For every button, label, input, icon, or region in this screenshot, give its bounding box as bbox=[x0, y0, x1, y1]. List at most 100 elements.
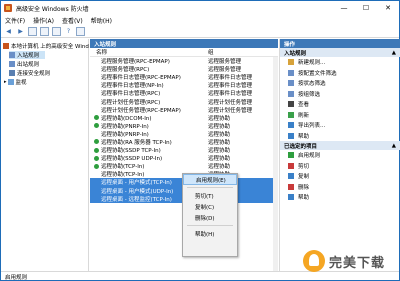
rule-row[interactable]: 远程事件日志管理(NP-In) 远程事件日志管理 bbox=[90, 81, 278, 89]
inbound-rules-icon bbox=[9, 52, 15, 58]
actions-section-inbound[interactable]: 入站规则 ▲ bbox=[280, 48, 400, 57]
collapse-icon[interactable]: ▲ bbox=[392, 143, 396, 149]
action-item[interactable]: 按状态筛选 bbox=[280, 78, 400, 89]
action-item[interactable]: 帮助 bbox=[280, 131, 400, 142]
rule-row[interactable]: 远程协助(DCOM-In) 远程协助 bbox=[90, 114, 278, 122]
back-icon[interactable]: ◀ bbox=[4, 27, 13, 36]
action-label: 删除 bbox=[298, 184, 310, 191]
menu-action[interactable]: 操作(A) bbox=[33, 16, 54, 25]
rule-group: 远程事件日志管理 bbox=[208, 91, 253, 98]
filter-icon bbox=[288, 90, 294, 97]
rule-row[interactable]: 远程计划任务管理(RPC) 远程计划任务管理 bbox=[90, 97, 278, 106]
context-menu: 启用规则(E) 剪切(T) 复制(C) 删除(D) 帮助(H) bbox=[182, 173, 238, 257]
action-item[interactable]: 帮助 bbox=[280, 192, 400, 203]
rule-group: 远程协助 bbox=[208, 115, 231, 122]
action-item[interactable]: 刷新 bbox=[280, 110, 400, 121]
action-item[interactable]: 剪切 bbox=[280, 161, 400, 172]
rule-name-cell: 远程协助(TCP-In) bbox=[90, 162, 206, 170]
disabled-icon bbox=[94, 91, 99, 96]
ctx-delete[interactable]: 删除(D) bbox=[183, 212, 237, 223]
rule-name: 远程服务管理(RPC-EPMAP) bbox=[101, 59, 170, 66]
rule-row[interactable]: 远程服务管理(RPC) 远程服务管理 bbox=[90, 65, 278, 73]
rule-row[interactable]: 远程事件日志管理(RPC) 远程事件日志管理 bbox=[90, 89, 278, 97]
rule-name: 远程协助(PNRP-In) bbox=[101, 123, 149, 130]
column-headers: 名称 组 bbox=[90, 48, 278, 57]
collapse-icon[interactable]: ▲ bbox=[392, 50, 396, 56]
column-name[interactable]: 名称 bbox=[90, 48, 206, 56]
help-icon[interactable]: ? bbox=[64, 27, 73, 36]
watermark-logo-icon bbox=[303, 250, 325, 272]
actions-section-selected[interactable]: 已选定的项目 ▲ bbox=[280, 141, 400, 150]
menu-help[interactable]: 帮助(H) bbox=[91, 16, 112, 25]
action-label: 帮助 bbox=[298, 195, 310, 202]
up-icon[interactable] bbox=[28, 26, 37, 36]
rule-row[interactable]: 远程协助(SSDP TCP-In) 远程协助 bbox=[90, 146, 278, 154]
rule-row[interactable]: 远程协助(SSDP UDP-In) 远程协助 bbox=[90, 154, 278, 162]
nav-root-label: 本地计算机 上的高级安全 Wind bbox=[11, 44, 89, 50]
console-tree-icon[interactable] bbox=[40, 26, 49, 36]
rule-row[interactable]: 远程事件日志管理(RPC-EPMAP) 远程事件日志管理 bbox=[90, 73, 278, 81]
filter-icon bbox=[288, 69, 294, 76]
action-item[interactable]: 复制 bbox=[280, 171, 400, 182]
menu-file[interactable]: 文件(F) bbox=[5, 16, 25, 25]
refresh-icon[interactable] bbox=[52, 26, 61, 36]
minimize-button[interactable]: — bbox=[333, 1, 355, 15]
window-controls: — ☐ ✕ bbox=[333, 1, 399, 15]
expand-icon[interactable]: ▸ bbox=[4, 79, 7, 85]
new-rule-icon bbox=[288, 59, 294, 66]
action-item[interactable]: 导出列表... bbox=[280, 120, 400, 131]
nav-outbound-rules[interactable]: 出站规则 bbox=[9, 60, 39, 68]
disabled-icon bbox=[94, 188, 99, 193]
rule-name: 远程协助(DCOM-In) bbox=[101, 115, 152, 122]
properties-icon[interactable] bbox=[76, 26, 85, 36]
rules-scrollbar[interactable] bbox=[273, 57, 278, 271]
rule-row[interactable]: 远程计划任务管理(RPC-EPMAP) 远程计划任务管理 bbox=[90, 106, 278, 114]
nav-inbound-rules[interactable]: 入站规则 bbox=[9, 51, 45, 59]
rule-name: 远程服务管理(RPC) bbox=[101, 67, 150, 74]
enabled-check-icon bbox=[94, 139, 99, 145]
action-item[interactable]: 新建规则... bbox=[280, 57, 400, 68]
nav-monitoring[interactable]: ▸ 监视 bbox=[4, 78, 27, 86]
rule-row[interactable]: 远程协助(PNRP-In) 远程协助 bbox=[90, 122, 278, 130]
action-item[interactable]: 启用规则 bbox=[280, 150, 400, 161]
action-label: 按组筛选 bbox=[298, 91, 321, 98]
rule-group: 远程计划任务管理 bbox=[208, 107, 253, 114]
disabled-icon bbox=[94, 196, 99, 201]
action-item[interactable]: 查看 bbox=[280, 99, 400, 110]
enabled-check-icon bbox=[94, 163, 99, 169]
column-group[interactable]: 组 bbox=[206, 48, 214, 56]
action-item[interactable]: 删除 bbox=[280, 182, 400, 193]
rule-row[interactable]: 远程服务管理(RPC-EPMAP) 远程服务管理 bbox=[90, 57, 278, 65]
title-bar: 高级安全 Windows 防火墙 — ☐ ✕ bbox=[1, 1, 399, 15]
ctx-enable-rule[interactable]: 启用规则(E) bbox=[183, 174, 237, 185]
rule-name: 远程协助(TCP-In) bbox=[101, 172, 145, 179]
disabled-icon bbox=[94, 59, 99, 64]
enabled-check-icon bbox=[94, 123, 99, 129]
ctx-separator bbox=[187, 187, 233, 188]
disabled-icon bbox=[94, 131, 99, 136]
rule-name: 远程计划任务管理(RPC) bbox=[101, 99, 161, 106]
maximize-button[interactable]: ☐ bbox=[355, 1, 377, 15]
ctx-cut[interactable]: 剪切(T) bbox=[183, 190, 237, 201]
rule-group: 远程协助 bbox=[208, 131, 231, 138]
disabled-icon bbox=[94, 180, 99, 185]
rule-row[interactable]: 远程协助(RA 服务器 TCP-In) 远程协助 bbox=[90, 138, 278, 146]
forward-icon[interactable]: ▶ bbox=[16, 27, 25, 36]
ctx-copy[interactable]: 复制(C) bbox=[183, 201, 237, 212]
rule-group: 远程服务管理 bbox=[208, 59, 242, 66]
nav-connection-security[interactable]: 连接安全规则 bbox=[9, 69, 50, 77]
refresh-icon bbox=[288, 111, 294, 118]
ctx-help[interactable]: 帮助(H) bbox=[183, 228, 237, 239]
menu-view[interactable]: 查看(V) bbox=[62, 16, 83, 25]
rule-name: 远程桌面 - 用户模式(UDP-In) bbox=[101, 188, 174, 195]
rule-row[interactable]: 远程协助(TCP-In) 远程协助 bbox=[90, 162, 278, 170]
connection-security-icon bbox=[9, 70, 15, 76]
close-button[interactable]: ✕ bbox=[377, 1, 399, 15]
nav-root[interactable]: 本地计算机 上的高级安全 Wind bbox=[3, 42, 89, 50]
rule-row[interactable]: 远程协助(PNRP-In) 远程协助 bbox=[90, 130, 278, 138]
action-item[interactable]: 按组筛选 bbox=[280, 89, 400, 100]
rule-name-cell: 远程服务管理(RPC) bbox=[90, 65, 206, 73]
rule-group: 远程事件日志管理 bbox=[208, 75, 253, 82]
rule-group: 远程协助 bbox=[208, 123, 231, 130]
action-item[interactable]: 按配置文件筛选 bbox=[280, 68, 400, 79]
